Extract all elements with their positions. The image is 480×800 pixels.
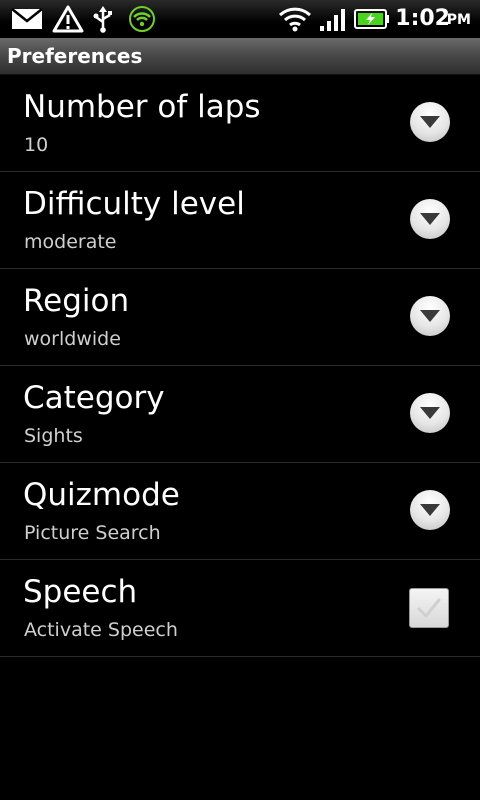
preference-category[interactable]: Category Sights: [0, 366, 480, 463]
dropdown-button[interactable]: [410, 393, 450, 433]
chevron-down-icon: [420, 407, 440, 419]
checkmark-icon: [417, 598, 441, 618]
wifi-hotspot-icon: [128, 4, 156, 34]
status-time: 1:02: [395, 6, 450, 31]
preference-number-of-laps[interactable]: Number of laps 10: [0, 75, 480, 172]
preference-speech[interactable]: Speech Activate Speech: [0, 560, 480, 657]
chevron-down-icon: [420, 504, 440, 516]
chevron-down-icon: [420, 116, 440, 128]
page-title: Preferences: [7, 44, 143, 68]
preference-title: Number of laps: [23, 89, 261, 125]
status-bar: 1:02 PM: [0, 0, 480, 39]
dropdown-button[interactable]: [410, 490, 450, 530]
preference-summary: Sights: [24, 425, 83, 447]
chevron-down-icon: [420, 310, 440, 322]
preferences-list: Number of laps 10 Difficulty level moder…: [0, 75, 480, 657]
preference-region[interactable]: Region worldwide: [0, 269, 480, 366]
preference-summary: Picture Search: [24, 522, 161, 544]
preference-title: Speech: [23, 574, 138, 610]
preference-title: Region: [23, 283, 130, 319]
dropdown-button[interactable]: [410, 102, 450, 142]
preference-title: Difficulty level: [23, 186, 245, 222]
wifi-icon: [278, 4, 312, 34]
mail-icon: [10, 4, 44, 34]
chevron-down-icon: [420, 213, 440, 225]
preference-difficulty-level[interactable]: Difficulty level moderate: [0, 172, 480, 269]
preference-summary: 10: [24, 134, 49, 156]
title-bar: Preferences: [0, 38, 480, 75]
signal-icon: [318, 4, 348, 34]
battery-charging-icon: [354, 4, 390, 34]
dropdown-button[interactable]: [410, 199, 450, 239]
dropdown-button[interactable]: [410, 296, 450, 336]
status-ampm: PM: [446, 12, 471, 28]
preference-title: Quizmode: [23, 477, 180, 513]
preference-summary: worldwide: [24, 328, 121, 350]
preference-summary: Activate Speech: [24, 619, 178, 641]
speech-checkbox[interactable]: [409, 588, 449, 628]
usb-icon: [90, 4, 116, 34]
preference-quizmode[interactable]: Quizmode Picture Search: [0, 463, 480, 560]
preference-title: Category: [23, 380, 165, 416]
screen: 1:02 PM Preferences Number of laps 10 Di…: [0, 0, 480, 800]
preference-summary: moderate: [24, 231, 117, 253]
warning-icon: [52, 4, 84, 34]
